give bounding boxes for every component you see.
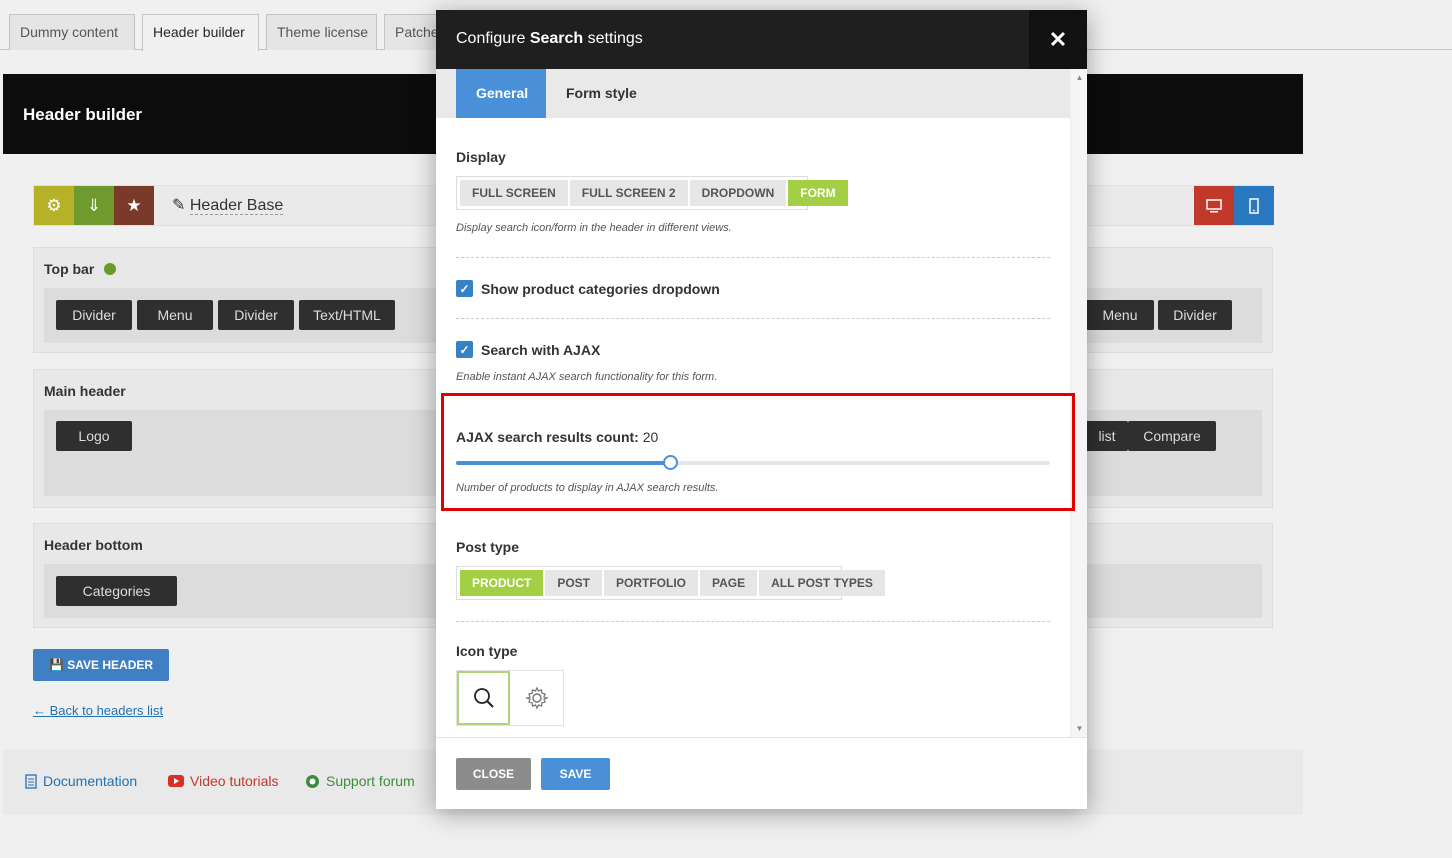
tab-dummy-content[interactable]: Dummy content [9, 14, 135, 50]
element-compare[interactable]: Compare [1128, 421, 1216, 451]
search-ajax-hint: Enable instant AJAX search functionality… [456, 371, 718, 383]
header-name[interactable]: ✎ Header Base [172, 195, 284, 215]
element-categories[interactable]: Categories [56, 576, 177, 606]
post-type-portfolio[interactable]: PORTFOLIO [604, 570, 699, 596]
tab-form-style[interactable]: Form style [546, 69, 657, 118]
tab-theme-license[interactable]: Theme license [266, 14, 377, 50]
icon-type-options [456, 670, 564, 726]
display-hint: Display search icon/form in the header i… [456, 222, 732, 234]
post-type-all[interactable]: ALL POST TYPES [759, 570, 885, 596]
post-type-page[interactable]: PAGE [700, 570, 758, 596]
documentation-link[interactable]: Documentation [25, 773, 137, 789]
row-label: Main header [44, 383, 126, 399]
document-icon [25, 773, 37, 789]
post-type-post[interactable]: POST [545, 570, 603, 596]
separator [456, 621, 1050, 622]
mobile-icon[interactable] [1234, 186, 1274, 225]
checkmark-icon: ✓ [456, 280, 473, 297]
status-dot [104, 263, 117, 275]
show-categories-checkbox[interactable]: ✓ Show product categories dropdown [456, 280, 720, 297]
support-icon [306, 774, 319, 788]
display-option-form[interactable]: FORM [788, 180, 848, 206]
display-option-full-screen-2[interactable]: FULL SCREEN 2 [569, 180, 688, 206]
element-divider[interactable]: Divider [1158, 300, 1232, 330]
element-menu[interactable]: Menu [137, 300, 213, 330]
star-icon[interactable]: ★ [114, 186, 154, 225]
element-menu[interactable]: Menu [1086, 300, 1154, 330]
highlight-box [441, 393, 1075, 511]
search-ajax-checkbox[interactable]: ✓ Search with AJAX [456, 341, 600, 358]
tab-general[interactable]: General [456, 69, 546, 118]
settings-gear-icon[interactable]: ⚙ [34, 186, 74, 225]
icon-type-label: Icon type [456, 643, 518, 659]
element-text-html[interactable]: Text/HTML [299, 300, 395, 330]
separator [456, 318, 1050, 319]
video-tutorials-link[interactable]: Video tutorials [168, 773, 278, 789]
save-button[interactable]: SAVE [541, 758, 610, 790]
modal-title: Configure Search settings [456, 30, 643, 47]
display-label: Display [456, 149, 506, 165]
scroll-down-icon[interactable]: ▼ [1071, 724, 1087, 733]
element-wishlist[interactable]: list [1086, 421, 1128, 451]
import-icon[interactable]: ⇓ [74, 186, 114, 225]
tab-header-builder[interactable]: Header builder [142, 14, 259, 51]
modal-footer: CLOSE SAVE [436, 737, 1087, 809]
display-option-full-screen[interactable]: FULL SCREEN [460, 180, 568, 206]
gear-icon[interactable] [510, 671, 563, 725]
save-header-button[interactable]: 💾 SAVE HEADER [33, 649, 169, 681]
post-type-label: Post type [456, 539, 520, 555]
search-icon[interactable] [457, 671, 511, 725]
separator [456, 257, 1050, 258]
modal-header: Configure Search settings ✕ [436, 10, 1087, 69]
element-divider[interactable]: Divider [218, 300, 294, 330]
desktop-icon[interactable] [1194, 186, 1234, 225]
checkmark-icon: ✓ [456, 341, 473, 358]
close-icon[interactable]: ✕ [1029, 10, 1087, 69]
post-type-product[interactable]: PRODUCT [460, 570, 544, 596]
element-logo[interactable]: Logo [56, 421, 132, 451]
youtube-icon [168, 775, 184, 787]
post-type-options: PRODUCT POST PORTFOLIO PAGE ALL POST TYP… [456, 566, 885, 600]
modal-tabs: General Form style [436, 69, 1070, 118]
scroll-up-icon[interactable]: ▲ [1071, 73, 1087, 82]
back-to-headers-link[interactable]: ← Back to headers list [33, 703, 163, 718]
display-options: FULL SCREEN FULL SCREEN 2 DROPDOWN FORM [456, 176, 848, 210]
row-label: Header bottom [44, 537, 143, 553]
support-forum-link[interactable]: Support forum [305, 773, 415, 789]
display-option-dropdown[interactable]: DROPDOWN [689, 180, 787, 206]
close-button[interactable]: CLOSE [456, 758, 531, 790]
element-divider[interactable]: Divider [56, 300, 132, 330]
row-label: Top bar [44, 261, 117, 277]
